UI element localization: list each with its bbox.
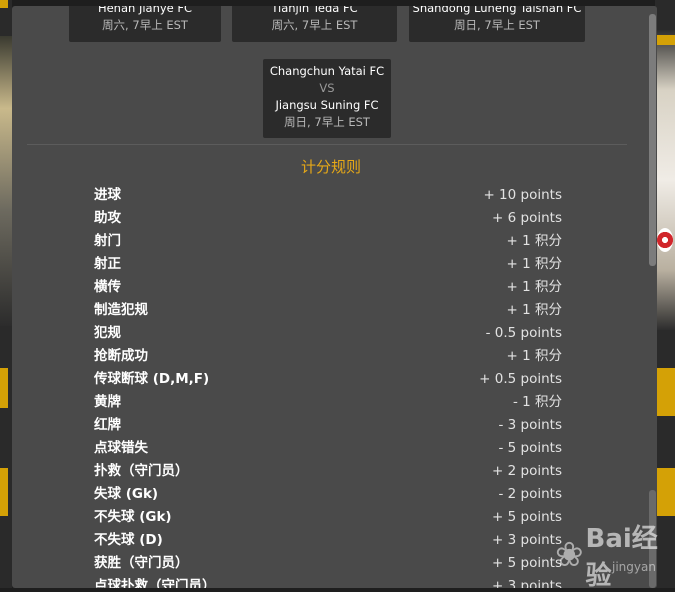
match-card[interactable]: Changchun Yatai FC VS Jiangsu Suning FC … (263, 59, 391, 138)
background-gold-block (0, 368, 8, 408)
match-card[interactable]: Shandong Luneng Taishan FC 周日, 7早上 EST (409, 6, 585, 42)
rule-name: 失球 (Gk) (94, 483, 158, 506)
rule-points: + 1 积分 (507, 345, 562, 368)
rule-name: 不失球 (D) (94, 529, 163, 552)
modal-scrollbar-thumb[interactable] (649, 14, 656, 266)
rule-points: + 1 积分 (507, 299, 562, 322)
baidu-watermark: ❀ Bai经验 (555, 518, 675, 592)
rule-row: 扑救（守门员） + 2 points (94, 460, 562, 483)
rule-name: 获胜（守门员） (94, 552, 189, 575)
rule-points: + 1 积分 (507, 230, 562, 253)
rule-row: 射门 + 1 积分 (94, 230, 562, 253)
match-home-team: Changchun Yatai FC (263, 63, 391, 80)
rule-row: 进球 + 10 points (94, 184, 562, 207)
rule-points: + 1 积分 (507, 276, 562, 299)
rule-name: 抢断成功 (94, 345, 148, 368)
rule-row: 抢断成功 + 1 积分 (94, 345, 562, 368)
rule-points: + 5 points (492, 552, 562, 575)
match-card[interactable]: Tianjin Teda FC 周六, 7早上 EST (232, 6, 397, 42)
background-gold-block (657, 368, 675, 416)
background-left-image (0, 36, 12, 326)
rule-row: 点球错失 - 5 points (94, 437, 562, 460)
rule-row: 黄牌 - 1 积分 (94, 391, 562, 414)
scoring-rules-list: 进球 + 10 points 助攻 + 6 points 射门 + 1 积分 射正 + … (94, 184, 562, 588)
rule-row: 射正 + 1 积分 (94, 253, 562, 276)
rule-name: 射正 (94, 253, 121, 276)
rule-row: 横传 + 1 积分 (94, 276, 562, 299)
rule-points: + 0.5 points (479, 368, 562, 391)
rule-points: + 1 积分 (507, 253, 562, 276)
rule-name: 点球错失 (94, 437, 148, 460)
rule-points: + 6 points (492, 207, 562, 230)
rule-name: 助攻 (94, 207, 121, 230)
background-gold-block (0, 0, 8, 8)
scoring-rules-modal: Henan Jianye FC 周六, 7早上 EST Tianjin Teda… (12, 6, 657, 588)
rule-name: 点球扑救（守门员） (94, 575, 216, 588)
rule-points: - 0.5 points (486, 322, 562, 345)
rule-points: + 5 points (492, 506, 562, 529)
background-right-image (655, 30, 675, 330)
match-teams: Tianjin Teda FC (232, 6, 397, 17)
match-vs: VS (263, 80, 391, 97)
rule-points: + 2 points (492, 460, 562, 483)
match-time: 周日, 7早上 EST (409, 17, 585, 34)
background-gold-block (657, 35, 675, 45)
rule-name: 犯规 (94, 322, 121, 345)
rule-name: 射门 (94, 230, 121, 253)
rule-name: 黄牌 (94, 391, 121, 414)
background-gold-block (657, 468, 675, 516)
rule-name: 扑救（守门员） (94, 460, 189, 483)
match-teams: Henan Jianye FC (69, 6, 221, 17)
background-gold-block (0, 468, 8, 516)
rule-points: + 3 points (492, 529, 562, 552)
rule-row: 不失球 (D) + 3 points (94, 529, 562, 552)
team-logo-icon (657, 228, 673, 252)
watermark-brand: Bai经验 (586, 518, 675, 592)
rule-name: 红牌 (94, 414, 121, 437)
rule-name: 不失球 (Gk) (94, 506, 172, 529)
rule-name: 进球 (94, 184, 121, 207)
rule-row: 失球 (Gk) - 2 points (94, 483, 562, 506)
rule-name: 传球断球 (D,M,F) (94, 368, 209, 391)
rule-points: + 10 points (483, 184, 562, 207)
paw-icon: ❀ (555, 538, 584, 572)
match-time: 周日, 7早上 EST (263, 114, 391, 131)
rule-row: 获胜（守门员） + 5 points (94, 552, 562, 575)
match-away-team: Jiangsu Suning FC (263, 97, 391, 114)
rule-points: - 3 points (498, 414, 562, 437)
match-teams: Shandong Luneng Taishan FC (409, 6, 585, 17)
rule-points: + 3 points (492, 575, 562, 588)
match-time: 周六, 7早上 EST (232, 17, 397, 34)
rule-row: 不失球 (Gk) + 5 points (94, 506, 562, 529)
match-time: 周六, 7早上 EST (69, 17, 221, 34)
scoring-rules-title: 计分规则 (12, 156, 650, 177)
rule-points: - 1 积分 (513, 391, 562, 414)
section-divider (27, 144, 627, 145)
rule-row: 制造犯规 + 1 积分 (94, 299, 562, 322)
rule-row: 犯规 - 0.5 points (94, 322, 562, 345)
rule-row: 助攻 + 6 points (94, 207, 562, 230)
rule-name: 横传 (94, 276, 121, 299)
rule-name: 制造犯规 (94, 299, 148, 322)
rule-row: 红牌 - 3 points (94, 414, 562, 437)
rule-row: 传球断球 (D,M,F) + 0.5 points (94, 368, 562, 391)
watermark-sub: jingyan (612, 560, 656, 574)
match-card[interactable]: Henan Jianye FC 周六, 7早上 EST (69, 6, 221, 42)
rule-points: - 2 points (498, 483, 562, 506)
rule-points: - 5 points (498, 437, 562, 460)
rule-row: 点球扑救（守门员） + 3 points (94, 575, 562, 588)
